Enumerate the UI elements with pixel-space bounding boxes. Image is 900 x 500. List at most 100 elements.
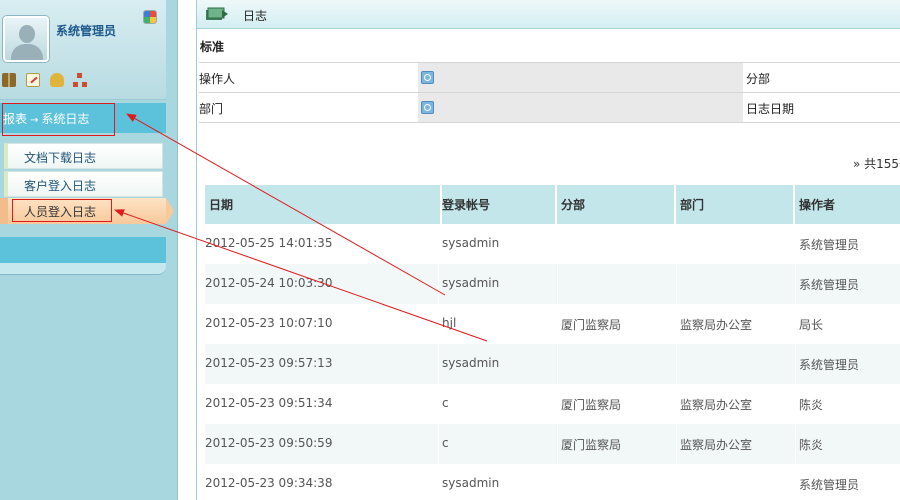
column-divider: [557, 304, 558, 344]
column-divider: [795, 304, 796, 344]
log-icon: [206, 7, 228, 20]
annotation-box: [2, 103, 115, 136]
cell-date: 2012-05-23 09:57:13: [205, 356, 333, 370]
cell-operator: 系统管理员: [799, 478, 860, 492]
cell-operator: 系统管理员: [799, 238, 860, 252]
title-bar: 日志: [197, 0, 900, 29]
column-divider: [795, 344, 796, 384]
operator-label: 操作人: [199, 72, 236, 86]
cell-operator: 局长: [799, 318, 824, 332]
search-icon[interactable]: [421, 71, 434, 84]
column-divider: [676, 264, 677, 304]
column-divider: [795, 424, 796, 464]
username: 系统管理员: [56, 24, 117, 38]
column-divider: [438, 424, 439, 464]
column-divider: [795, 264, 796, 304]
lock-icon[interactable]: [50, 73, 64, 87]
table-row[interactable]: 2012-05-23 09:50:59 c 厦门监察局 监察局办公室 陈炎: [205, 424, 900, 464]
cell-account: c: [442, 396, 449, 410]
column-divider: [557, 384, 558, 424]
main-panel: 日志 标准 操作人 分部 部门 日志日期 » 共155条 日期 登录帐号 分部 …: [196, 0, 900, 500]
column-divider: [557, 424, 558, 464]
column-header-branch[interactable]: 分部: [557, 185, 676, 224]
user-profile-panel: 系统管理员: [0, 0, 166, 100]
column-divider: [557, 264, 558, 304]
column-divider: [676, 224, 677, 264]
sidebar-item-customer-login-log[interactable]: 客户登入日志: [4, 171, 163, 197]
column-header-operator[interactable]: 操作者: [795, 185, 900, 224]
table-row[interactable]: 2012-05-25 14:01:35 sysadmin 系统管理员: [205, 224, 900, 264]
column-divider: [557, 464, 558, 500]
filter-form: 操作人 分部 部门 日志日期: [199, 62, 900, 123]
table-header: 日期 登录帐号 分部 部门 操作者: [205, 185, 900, 224]
cell-date: 2012-05-23 10:07:10: [205, 316, 333, 330]
org-chart-icon[interactable]: [73, 73, 87, 87]
cell-branch: 厦门监察局: [561, 318, 622, 332]
cell-date: 2012-05-23 09:34:38: [205, 476, 333, 490]
column-divider: [676, 384, 677, 424]
page-title: 日志: [243, 9, 268, 23]
selected-pointer: [166, 198, 174, 224]
column-divider: [676, 464, 677, 500]
column-header-date[interactable]: 日期: [205, 185, 442, 224]
column-divider: [557, 344, 558, 384]
column-divider: [795, 224, 796, 264]
book-icon[interactable]: [2, 73, 16, 87]
cell-date: 2012-05-25 14:01:35: [205, 236, 333, 250]
cell-account: sysadmin: [442, 236, 500, 250]
table-row[interactable]: 2012-05-23 09:57:13 sysadmin 系统管理员: [205, 344, 900, 384]
column-divider: [438, 264, 439, 304]
table-row[interactable]: 2012-05-24 10:03:30 sysadmin 系统管理员: [205, 264, 900, 304]
cell-operator: 陈炎: [799, 398, 824, 412]
table-row[interactable]: 2012-05-23 09:34:38 sysadmin 系统管理员: [205, 464, 900, 500]
department-field[interactable]: [418, 93, 743, 122]
edit-icon[interactable]: [26, 73, 40, 87]
cell-account: hjl: [442, 316, 457, 330]
sidebar-footer-bar: [0, 237, 166, 263]
sidebar-item-document-download-log[interactable]: 文档下载日志: [4, 143, 163, 169]
cell-branch: 厦门监察局: [561, 398, 622, 412]
column-divider: [438, 344, 439, 384]
record-count: » 共155条: [853, 157, 900, 171]
column-header-department[interactable]: 部门: [676, 185, 795, 224]
cell-operator: 系统管理员: [799, 358, 860, 372]
cell-account: sysadmin: [442, 476, 500, 490]
cell-account: sysadmin: [442, 356, 500, 370]
annotation-box: [12, 199, 112, 222]
sidebar-bottom: [0, 263, 166, 275]
cell-branch: 厦门监察局: [561, 438, 622, 452]
cell-department: 监察局办公室: [680, 398, 753, 412]
column-divider: [795, 384, 796, 424]
cell-operator: 系统管理员: [799, 278, 860, 292]
column-divider: [676, 304, 677, 344]
column-divider: [557, 224, 558, 264]
operator-field[interactable]: [418, 63, 743, 92]
column-divider: [676, 424, 677, 464]
log-date-label: 日志日期: [746, 102, 795, 116]
sidebar: 系统管理员 报表 → 系统日志 文档下载日志 客户登入日志 人员登入日志: [0, 0, 178, 500]
cell-operator: 陈炎: [799, 438, 824, 452]
column-divider: [795, 464, 796, 500]
table-row[interactable]: 2012-05-23 10:07:10 hjl 厦门监察局 监察局办公室 局长: [205, 304, 900, 344]
filter-row: 操作人 分部: [199, 63, 900, 93]
table-row[interactable]: 2012-05-23 09:51:34 c 厦门监察局 监察局办公室 陈炎: [205, 384, 900, 424]
cell-date: 2012-05-23 09:50:59: [205, 436, 333, 450]
column-divider: [676, 344, 677, 384]
cell-date: 2012-05-24 10:03:30: [205, 276, 333, 290]
branch-label: 分部: [746, 72, 771, 86]
column-divider: [438, 384, 439, 424]
cell-department: 监察局办公室: [680, 438, 753, 452]
cell-account: sysadmin: [442, 276, 500, 290]
column-divider: [438, 304, 439, 344]
column-divider: [438, 224, 439, 264]
cell-date: 2012-05-23 09:51:34: [205, 396, 333, 410]
avatar[interactable]: [3, 16, 49, 62]
filter-section-label: 标准: [200, 40, 225, 54]
search-icon[interactable]: [421, 101, 434, 114]
department-label: 部门: [199, 102, 224, 116]
filter-row: 部门 日志日期: [199, 93, 900, 123]
column-divider: [438, 464, 439, 500]
column-header-account[interactable]: 登录帐号: [438, 185, 557, 224]
cell-account: c: [442, 436, 449, 450]
theme-icon[interactable]: [143, 10, 157, 24]
